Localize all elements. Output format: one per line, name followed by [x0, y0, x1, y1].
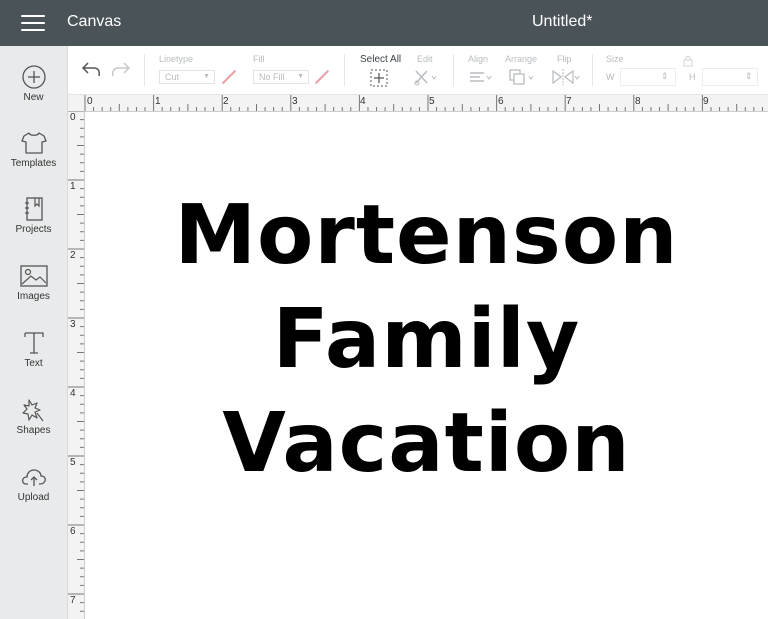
fill-label: Fill	[253, 54, 265, 64]
ruler-number: 1	[70, 181, 76, 192]
select-all-label: Select All	[360, 54, 402, 65]
ruler-number: 5	[70, 457, 76, 468]
flip-icon[interactable]	[551, 68, 581, 86]
notebook-icon	[24, 197, 43, 221]
sidebar-item-images[interactable]: Images	[0, 263, 67, 323]
canvas-text-line[interactable]: Family	[85, 288, 768, 392]
toolbar-separator	[344, 54, 345, 86]
cloud-upload-icon	[21, 469, 46, 486]
select-all-icon[interactable]	[370, 69, 388, 87]
ruler-number: 6	[498, 96, 504, 107]
sidebar-item-projects[interactable]: Projects	[0, 196, 67, 256]
align-icon[interactable]	[468, 70, 494, 86]
width-stepper-icon[interactable]: ⇕	[661, 71, 669, 82]
fill-select[interactable]: No Fill ▼	[253, 70, 309, 84]
sidebar-label-projects: Projects	[15, 224, 52, 235]
sidebar-item-shapes[interactable]: Shapes	[0, 397, 67, 457]
app-title: Canvas	[67, 13, 122, 30]
toolbar-separator	[144, 54, 145, 86]
width-label: W	[606, 72, 615, 82]
ruler-number: 2	[223, 96, 229, 107]
ruler-number: 1	[155, 96, 161, 107]
sidebar-item-templates[interactable]: Templates	[0, 130, 67, 190]
ruler-number: 0	[70, 112, 76, 123]
sidebar-label-new: New	[23, 92, 44, 103]
linetype-label: Linetype	[159, 54, 194, 64]
ruler-number: 0	[87, 96, 93, 107]
design-canvas[interactable]: Mortenson Family Vacation	[85, 112, 768, 619]
text-t-icon	[23, 332, 44, 354]
flip-label: Flip	[557, 54, 572, 64]
ruler-number: 3	[292, 96, 298, 107]
sidebar-item-text[interactable]: Text	[0, 330, 67, 390]
sidebar-label-upload: Upload	[17, 492, 50, 503]
sidebar-label-images: Images	[17, 291, 50, 302]
linetype-select[interactable]: Cut ▼	[159, 70, 215, 84]
lock-icon[interactable]	[682, 55, 694, 67]
ruler-number: 3	[70, 319, 76, 330]
arrange-label: Arrange	[505, 54, 538, 64]
ruler-number: 7	[70, 595, 76, 606]
toolbar-separator	[453, 54, 454, 86]
hamburger-menu-icon[interactable]	[21, 13, 45, 33]
horizontal-ruler-ticks	[84, 95, 763, 111]
vertical-ruler: 0 1 2 3 4 5 6 7	[68, 111, 85, 619]
image-icon	[19, 265, 48, 287]
shapes-icon	[21, 399, 43, 422]
arrange-icon[interactable]	[508, 68, 536, 86]
ruler-number: 9	[703, 96, 709, 107]
tshirt-icon	[20, 132, 47, 154]
redo-icon[interactable]	[110, 60, 132, 78]
top-bar: Canvas Untitled*	[0, 0, 768, 46]
horizontal-ruler: 0 1 2 3 4 5 6 7 8 9	[68, 95, 768, 112]
canvas-text-line[interactable]: Mortenson	[85, 184, 768, 288]
sidebar: New Templates Projects Images Text Shape…	[0, 46, 68, 619]
linetype-color-swatch[interactable]	[221, 69, 237, 85]
ruler-number: 4	[360, 96, 366, 107]
chevron-down-icon: ▼	[297, 73, 304, 80]
toolbar-separator	[592, 54, 593, 86]
undo-icon[interactable]	[80, 60, 102, 78]
edit-scissors-icon[interactable]	[413, 68, 439, 86]
size-label: Size	[606, 54, 624, 64]
ruler-number: 4	[70, 388, 76, 399]
height-label: H	[689, 72, 696, 82]
ruler-number: 2	[70, 250, 76, 261]
sidebar-label-templates: Templates	[10, 158, 57, 169]
fill-color-swatch[interactable]	[314, 69, 330, 85]
ruler-number: 7	[566, 96, 572, 107]
fill-value: No Fill	[259, 72, 285, 82]
linetype-value: Cut	[165, 72, 180, 82]
sidebar-item-new[interactable]: New	[0, 64, 67, 124]
ruler-number: 5	[429, 96, 435, 107]
height-stepper-icon[interactable]: ⇕	[745, 71, 753, 82]
toolbar: Linetype Cut ▼ Fill No Fill ▼ Select All E…	[68, 46, 768, 95]
plus-circle-icon	[21, 65, 46, 89]
edit-label: Edit	[417, 54, 433, 64]
align-label: Align	[468, 54, 489, 64]
ruler-number: 6	[70, 526, 76, 537]
sidebar-label-text: Text	[24, 358, 43, 369]
sidebar-item-upload[interactable]: Upload	[0, 464, 67, 524]
sidebar-label-shapes: Shapes	[16, 425, 51, 436]
document-title[interactable]: Untitled*	[532, 13, 592, 31]
ruler-number: 8	[635, 96, 641, 107]
chevron-down-icon: ▼	[203, 73, 210, 80]
canvas-text-line[interactable]: Vacation	[85, 392, 768, 496]
